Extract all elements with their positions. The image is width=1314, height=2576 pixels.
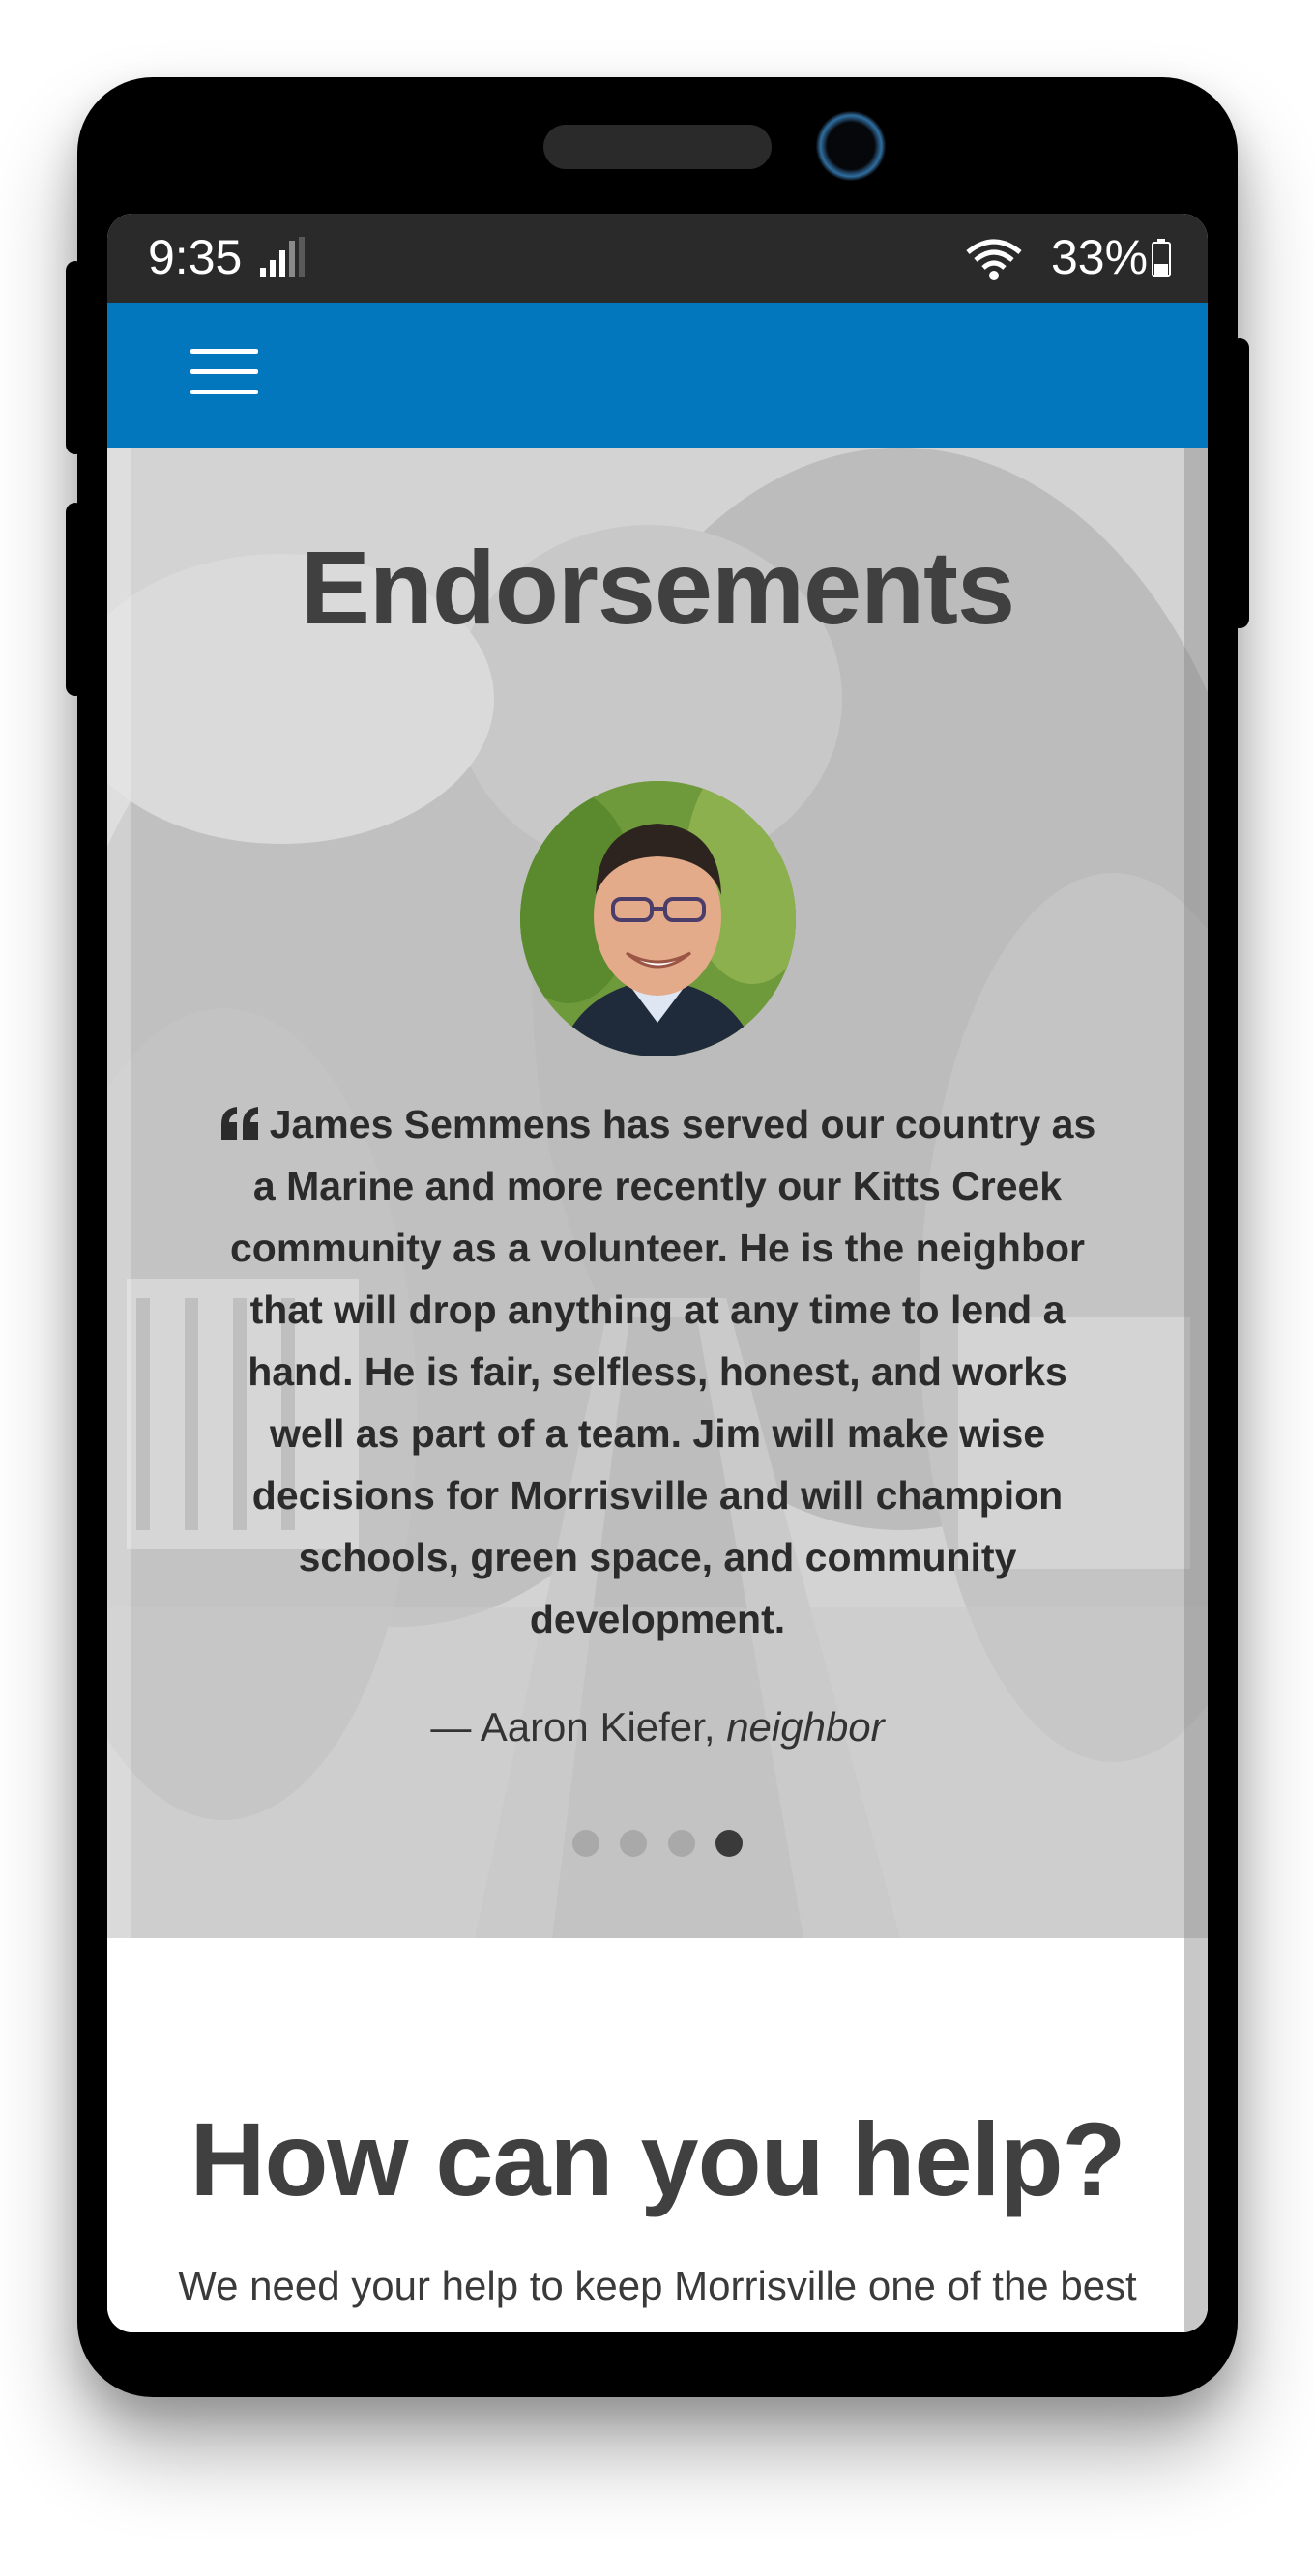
carousel-dot-1[interactable]: [572, 1830, 600, 1857]
battery-percent: 33%: [1051, 230, 1149, 284]
endorser-role: neighbor: [726, 1704, 885, 1750]
quote-icon: [220, 1107, 258, 1140]
battery-icon: [1152, 239, 1171, 277]
signal-icon: [260, 237, 305, 277]
carousel-dot-3[interactable]: [667, 1830, 695, 1857]
help-section: How can you help? We need your help to k…: [107, 1938, 1208, 2332]
wifi-icon: [966, 239, 1022, 280]
screen: 9:35 33% Endorsements James Semmens has …: [107, 214, 1208, 2332]
side-button-right: [1230, 338, 1249, 628]
phone-frame: 9:35 33% Endorsements James Semmens has …: [66, 77, 1249, 2397]
endorsements-section: Endorsements James Semmens has served ou…: [107, 448, 1208, 1938]
avatar-portrait: [520, 781, 796, 1056]
side-button-top-left: [66, 261, 85, 454]
status-time: 9:35: [148, 230, 243, 284]
hamburger-menu-icon[interactable]: [190, 345, 258, 399]
carousel-dot-2[interactable]: [620, 1830, 648, 1857]
top-navbar: [107, 303, 1208, 448]
help-text: We need your help to keep Morrisville on…: [178, 2263, 1137, 2308]
side-button-mid-left: [66, 503, 85, 696]
endorsements-title: Endorsements: [300, 529, 1015, 646]
earpiece-speaker: [543, 125, 772, 169]
carousel-indicators: [107, 1830, 1208, 1859]
status-bar: 9:35 33%: [107, 214, 1208, 303]
front-camera: [816, 111, 886, 181]
endorsement-quote: James Semmens has served our country as …: [219, 1093, 1096, 1650]
carousel-dot-4[interactable]: [715, 1830, 743, 1857]
help-title: How can you help?: [190, 2100, 1125, 2217]
endorsement-quote-text: James Semmens has served our country as …: [230, 1102, 1096, 1641]
endorser-avatar: [520, 781, 796, 1056]
endorser-name: — Aaron Kiefer,: [430, 1704, 715, 1750]
endorsement-attribution: — Aaron Kiefer, neighbor: [107, 1704, 1208, 1751]
